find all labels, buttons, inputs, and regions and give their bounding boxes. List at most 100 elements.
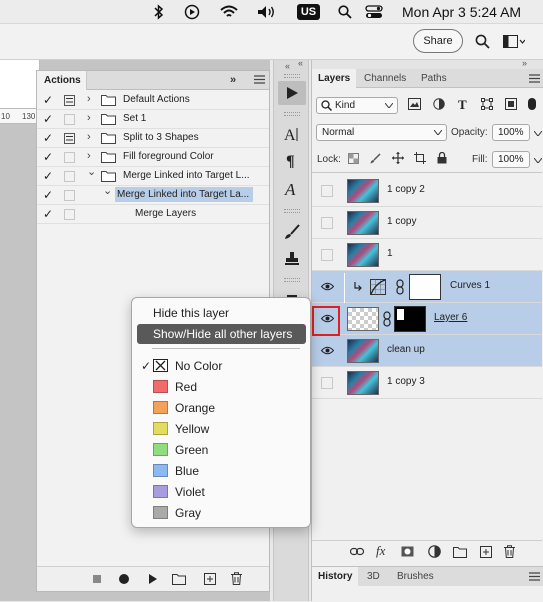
bluetooth-icon[interactable] xyxy=(152,4,166,20)
now-playing-icon[interactable] xyxy=(183,4,201,20)
chevron-right-icon[interactable]: › xyxy=(87,112,91,124)
action-row[interactable]: ✓ ⌄ Merge Linked into Target L... xyxy=(37,165,269,186)
action-enabled-check-icon[interactable]: ✓ xyxy=(43,93,53,107)
opacity-dropdown-icon[interactable] xyxy=(534,131,542,136)
character-tool-icon[interactable]: A xyxy=(278,122,306,146)
menu-item-color-blue[interactable]: Blue xyxy=(137,461,306,481)
fill-dropdown-icon[interactable] xyxy=(534,158,542,163)
layer-mask-thumbnail[interactable] xyxy=(394,306,426,332)
layer-row[interactable]: 1 copy 2 xyxy=(312,175,542,207)
lock-image-pixels-icon[interactable] xyxy=(370,153,381,164)
layer-row[interactable]: Curves 1 xyxy=(312,271,542,303)
layer-style-fx-icon[interactable]: fx xyxy=(376,543,385,559)
new-set-folder-icon[interactable] xyxy=(172,573,186,585)
play-tool-icon[interactable] xyxy=(278,81,306,105)
lock-position-icon[interactable] xyxy=(392,152,404,164)
eye-icon[interactable] xyxy=(321,282,334,291)
action-row[interactable]: ✓ ⌄ Merge Linked into Target La... xyxy=(37,185,269,205)
action-enabled-check-icon[interactable]: ✓ xyxy=(43,150,53,164)
volume-icon[interactable] xyxy=(256,4,278,20)
play-selection-icon[interactable] xyxy=(148,573,158,585)
chevron-down-icon[interactable]: ⌄ xyxy=(87,165,96,178)
glyphs-tool-icon[interactable]: A xyxy=(278,177,306,201)
layer-row[interactable]: 1 copy 3 xyxy=(312,367,542,399)
tab-layers[interactable]: Layers xyxy=(312,69,357,88)
chevron-right-icon[interactable]: › xyxy=(87,131,91,143)
share-button[interactable]: Share xyxy=(413,29,463,53)
visibility-toggle-off[interactable] xyxy=(321,217,333,229)
lock-artboard-icon[interactable] xyxy=(414,152,426,164)
tab-channels[interactable]: Channels xyxy=(358,69,412,88)
horizontal-ruler[interactable]: 10 130 xyxy=(0,108,40,124)
lock-all-icon[interactable] xyxy=(437,152,447,164)
workspace-switcher-icon[interactable] xyxy=(503,35,525,48)
menu-item-show-hide-all-other-layers[interactable]: Show/Hide all other layers xyxy=(137,324,306,344)
dialog-toggle-box[interactable] xyxy=(64,171,75,182)
action-enabled-check-icon[interactable]: ✓ xyxy=(43,188,53,202)
add-mask-icon[interactable] xyxy=(401,546,414,557)
dialog-toggle-box[interactable] xyxy=(64,95,75,106)
action-enabled-check-icon[interactable]: ✓ xyxy=(43,207,53,221)
menu-item-color-orange[interactable]: Orange xyxy=(137,398,306,418)
opacity-field[interactable]: 100% xyxy=(492,124,530,141)
clone-stamp-tool-icon[interactable] xyxy=(278,247,306,271)
visibility-toggle-off[interactable] xyxy=(321,377,333,389)
menubar-clock[interactable]: Mon Apr 3 5:24 AM xyxy=(402,4,521,20)
dialog-toggle-box[interactable] xyxy=(64,114,75,125)
layer-name[interactable]: 1 xyxy=(387,248,393,259)
action-row[interactable]: ✓ › Fill foreground Color xyxy=(37,148,269,167)
fill-field[interactable]: 100% xyxy=(492,151,530,168)
spotlight-search-icon[interactable] xyxy=(337,4,353,20)
new-action-icon[interactable] xyxy=(204,573,216,585)
layer-name[interactable]: 1 copy 2 xyxy=(387,184,425,195)
delete-layer-trash-icon[interactable] xyxy=(504,545,515,558)
filter-pixel-icon[interactable] xyxy=(408,98,421,110)
menu-item-color-red[interactable]: Red xyxy=(137,377,306,397)
eye-icon[interactable] xyxy=(321,346,334,355)
wifi-icon[interactable] xyxy=(219,4,239,20)
action-row[interactable]: ✓ › Split to 3 Shapes xyxy=(37,129,269,148)
input-source-badge[interactable]: US xyxy=(297,4,320,20)
menu-item-color-yellow[interactable]: Yellow xyxy=(137,419,306,439)
layer-mask-thumbnail[interactable] xyxy=(409,274,441,300)
menu-item-hide-this-layer[interactable]: Hide this layer xyxy=(137,303,306,323)
action-enabled-check-icon[interactable]: ✓ xyxy=(43,169,53,183)
layer-name[interactable]: 1 copy 3 xyxy=(387,376,425,387)
link-layers-icon[interactable] xyxy=(350,547,364,556)
layer-name[interactable]: Curves 1 xyxy=(450,280,490,291)
panel-menu-icon[interactable] xyxy=(529,74,540,83)
menu-item-color-gray[interactable]: Gray xyxy=(137,503,306,523)
filter-type-icon[interactable]: T xyxy=(458,97,467,113)
collapse-panel-icon[interactable]: » xyxy=(230,74,236,86)
delete-trash-icon[interactable] xyxy=(231,572,242,585)
action-row[interactable]: ✓ › Set 1 xyxy=(37,110,269,129)
layer-row[interactable]: clean up xyxy=(312,335,542,367)
link-chain-icon[interactable] xyxy=(383,311,391,327)
tab-actions[interactable]: Actions xyxy=(37,71,87,90)
panel-menu-icon[interactable] xyxy=(529,572,540,581)
menu-item-color-green[interactable]: Green xyxy=(137,440,306,460)
visibility-toggle-off[interactable] xyxy=(321,185,333,197)
dialog-toggle-box[interactable] xyxy=(64,190,75,201)
new-adjustment-layer-icon[interactable] xyxy=(428,545,441,558)
stop-playing-icon[interactable] xyxy=(93,575,101,583)
collapse-dock-icon[interactable]: » xyxy=(522,58,527,68)
control-center-icon[interactable] xyxy=(364,4,384,20)
layer-name[interactable]: clean up xyxy=(387,344,425,355)
filter-shape-icon[interactable] xyxy=(481,98,493,110)
layer-name[interactable]: Layer 6 xyxy=(434,312,467,323)
search-icon[interactable] xyxy=(475,34,490,49)
layer-row[interactable]: 1 copy xyxy=(312,207,542,239)
menu-item-color-no-color[interactable]: ✓ No Color xyxy=(137,356,306,376)
filter-toggle-switch[interactable] xyxy=(528,98,536,110)
menu-item-color-violet[interactable]: Violet xyxy=(137,482,306,502)
visibility-toggle-off[interactable] xyxy=(321,249,333,261)
filter-adjustment-icon[interactable] xyxy=(433,98,445,110)
tab-history[interactable]: History xyxy=(312,567,359,586)
chevron-right-icon[interactable]: › xyxy=(87,150,91,162)
new-group-folder-icon[interactable] xyxy=(453,546,467,558)
brush-tool-icon[interactable] xyxy=(278,220,306,244)
link-chain-icon[interactable] xyxy=(396,279,404,295)
dialog-toggle-box[interactable] xyxy=(64,209,75,220)
lock-transparent-pixels-icon[interactable] xyxy=(348,153,359,164)
